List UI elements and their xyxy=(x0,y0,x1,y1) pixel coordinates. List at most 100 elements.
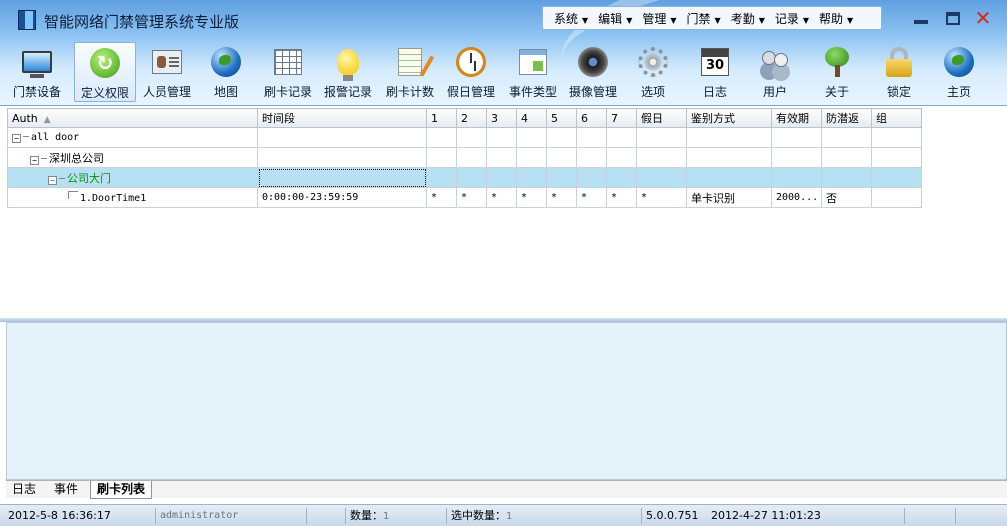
toolbar-swipe-count[interactable]: 刷卡计数 xyxy=(382,42,438,102)
column-header-auth-mode[interactable]: 鉴别方式 xyxy=(686,108,772,128)
grid-cell[interactable] xyxy=(871,127,922,148)
grid-cell[interactable] xyxy=(821,127,872,148)
table-row-selected[interactable]: − 公司大门 xyxy=(7,167,922,188)
grid-cell[interactable] xyxy=(456,147,487,168)
grid-cell[interactable] xyxy=(516,127,547,148)
grid-cell[interactable] xyxy=(576,147,607,168)
toolbar-options[interactable]: 选项 xyxy=(632,42,674,102)
grid-cell[interactable] xyxy=(606,127,637,148)
collapse-toggle-icon[interactable]: − xyxy=(12,134,21,143)
tab-log[interactable]: 日志 xyxy=(6,481,42,499)
column-header-auth[interactable]: Auth ▲ xyxy=(7,108,258,128)
tab-swipe-list[interactable]: 刷卡列表 xyxy=(90,481,153,499)
grid-cell[interactable] xyxy=(771,127,822,148)
grid-cell[interactable] xyxy=(426,147,457,168)
grid-cell[interactable] xyxy=(606,147,637,168)
grid-cell[interactable] xyxy=(426,127,457,148)
grid-cell[interactable] xyxy=(426,167,457,188)
column-header-day-1[interactable]: 1 xyxy=(426,108,457,128)
collapse-toggle-icon[interactable]: − xyxy=(30,155,39,165)
column-header-day-6[interactable]: 6 xyxy=(576,108,607,128)
toolbar-camera-management[interactable]: 摄像管理 xyxy=(564,42,622,102)
grid-cell[interactable] xyxy=(771,167,822,188)
maximize-button[interactable] xyxy=(942,8,964,28)
menu-help[interactable]: 帮助 ▼ xyxy=(814,10,858,27)
menu-manage[interactable]: 管理 ▼ xyxy=(637,10,681,27)
toolbar-personnel[interactable]: 人员管理 xyxy=(138,42,196,102)
grid-cell[interactable] xyxy=(257,127,427,148)
tab-events[interactable]: 事件 xyxy=(48,481,84,499)
grid-cell[interactable] xyxy=(486,127,517,148)
toolbar-about[interactable]: 关于 xyxy=(816,42,858,102)
toolbar-lock[interactable]: 锁定 xyxy=(878,42,920,102)
menu-access[interactable]: 门禁 ▼ xyxy=(682,10,726,27)
column-header-anti-passback[interactable]: 防潜返 xyxy=(821,108,872,128)
grid-cell[interactable] xyxy=(871,147,922,168)
close-button[interactable]: ✕ xyxy=(972,6,994,30)
column-header-day-5[interactable]: 5 xyxy=(546,108,577,128)
grid-cell[interactable]: * xyxy=(636,187,687,208)
column-header-day-7[interactable]: 7 xyxy=(606,108,637,128)
column-header-time-period[interactable]: 时间段 xyxy=(257,108,427,128)
column-header-group[interactable]: 组 xyxy=(871,108,922,128)
collapse-toggle-icon[interactable]: − xyxy=(48,175,57,185)
auth-mode-cell[interactable]: 单卡识别 xyxy=(686,187,772,208)
grid-cell[interactable] xyxy=(486,147,517,168)
column-header-day-2[interactable]: 2 xyxy=(456,108,487,128)
grid-cell[interactable] xyxy=(686,127,772,148)
toolbar-holiday-management[interactable]: 假日管理 xyxy=(442,42,500,102)
toolbar-devices[interactable]: 门禁设备 xyxy=(8,42,66,102)
grid-cell[interactable] xyxy=(456,167,487,188)
grid-cell[interactable] xyxy=(606,167,637,188)
menu-records[interactable]: 记录 ▼ xyxy=(770,10,814,27)
menu-system[interactable]: 系统 ▼ xyxy=(549,10,593,27)
grid-cell[interactable] xyxy=(546,167,577,188)
menu-attendance[interactable]: 考勤 ▼ xyxy=(726,10,770,27)
grid-cell[interactable] xyxy=(546,147,577,168)
toolbar-users[interactable]: 用户 xyxy=(754,42,796,102)
grid-cell[interactable] xyxy=(516,167,547,188)
toolbar-event-types[interactable]: 事件类型 xyxy=(504,42,562,102)
column-header-day-3[interactable]: 3 xyxy=(486,108,517,128)
validity-cell[interactable]: 2000... xyxy=(771,187,822,208)
grid-cell[interactable]: * xyxy=(576,187,607,208)
grid-cell[interactable] xyxy=(686,167,772,188)
grid-cell-focused[interactable] xyxy=(257,167,427,188)
anti-passback-cell[interactable]: 否 xyxy=(821,187,872,208)
grid-cell[interactable] xyxy=(516,147,547,168)
grid-cell[interactable] xyxy=(871,187,922,208)
grid-cell[interactable] xyxy=(871,167,922,188)
grid-cell[interactable] xyxy=(636,167,687,188)
menu-edit[interactable]: 编辑 ▼ xyxy=(593,10,637,27)
column-header-holiday[interactable]: 假日 xyxy=(636,108,687,128)
grid-cell[interactable] xyxy=(686,147,772,168)
table-row[interactable]: − all door xyxy=(7,127,922,148)
toolbar-alarm-records[interactable]: 报警记录 xyxy=(320,42,376,102)
grid-cell[interactable] xyxy=(636,127,687,148)
grid-cell[interactable] xyxy=(546,127,577,148)
toolbar-define-permissions[interactable]: ↻ 定义权限 xyxy=(74,42,136,102)
minimize-button[interactable] xyxy=(910,8,932,28)
grid-cell[interactable]: * xyxy=(426,187,457,208)
grid-cell[interactable] xyxy=(456,127,487,148)
grid-cell[interactable] xyxy=(257,147,427,168)
grid-cell[interactable] xyxy=(576,167,607,188)
grid-cell[interactable]: * xyxy=(516,187,547,208)
toolbar-map[interactable]: 地图 xyxy=(204,42,248,102)
grid-cell[interactable] xyxy=(821,167,872,188)
grid-cell[interactable] xyxy=(771,147,822,168)
toolbar-home[interactable]: 主页 xyxy=(938,42,980,102)
table-row[interactable]: 1.DoorTime1 0:00:00-23:59:59 * * * * * *… xyxy=(7,187,922,208)
grid-cell[interactable] xyxy=(486,167,517,188)
grid-cell[interactable]: * xyxy=(606,187,637,208)
column-header-validity[interactable]: 有效期 xyxy=(771,108,822,128)
grid-cell[interactable]: * xyxy=(456,187,487,208)
grid-cell[interactable] xyxy=(576,127,607,148)
table-row[interactable]: − 深圳总公司 xyxy=(7,147,922,168)
grid-cell[interactable]: * xyxy=(546,187,577,208)
toolbar-log[interactable]: 30 日志 xyxy=(694,42,736,102)
toolbar-swipe-records[interactable]: 刷卡记录 xyxy=(260,42,316,102)
grid-cell[interactable] xyxy=(821,147,872,168)
grid-cell[interactable] xyxy=(636,147,687,168)
time-period-cell[interactable]: 0:00:00-23:59:59 xyxy=(257,187,427,208)
